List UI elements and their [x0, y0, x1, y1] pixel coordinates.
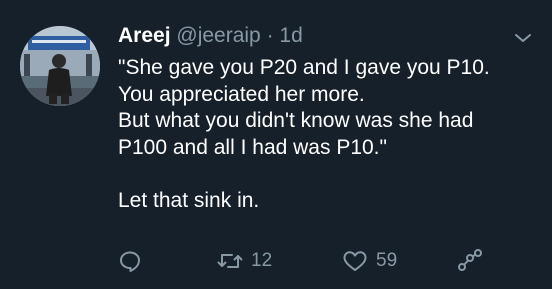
tweet-line: "She gave you P20 and I gave you P10.	[118, 56, 490, 79]
tweet-card[interactable]: Areej @jeeraip · 1d "She gave you P20 an…	[0, 0, 552, 289]
tweet-closing-line: Let that sink in.	[118, 188, 260, 212]
timestamp[interactable]: 1d	[279, 24, 302, 47]
avatar[interactable]	[20, 26, 100, 106]
retweet-button[interactable]: 12	[217, 247, 272, 275]
retweet-count: 12	[251, 250, 273, 271]
tweet-text: "She gave you P20 and I gave you P10. Yo…	[118, 55, 538, 214]
tweet-line: P100 and all I had was P10."	[118, 135, 387, 159]
retweet-icon	[217, 249, 243, 273]
author-handle[interactable]: @jeeraip	[176, 24, 260, 47]
separator-dot: ·	[266, 24, 274, 47]
action-bar: 12 59	[118, 247, 538, 275]
heart-icon	[342, 249, 368, 273]
reply-icon	[118, 249, 142, 273]
like-count: 59	[376, 250, 398, 271]
tweet-header: Areej @jeeraip · 1d	[118, 23, 303, 49]
like-button[interactable]: 59	[342, 247, 397, 275]
tweet-line: But what you didn't know was she had	[118, 109, 474, 132]
author-name[interactable]: Areej	[118, 24, 171, 47]
share-button[interactable]	[457, 247, 483, 275]
chevron-down-icon[interactable]	[512, 30, 534, 46]
tweet-line: You appreciated her more.	[118, 82, 365, 106]
reply-button[interactable]	[118, 247, 142, 275]
share-icon	[457, 249, 483, 273]
